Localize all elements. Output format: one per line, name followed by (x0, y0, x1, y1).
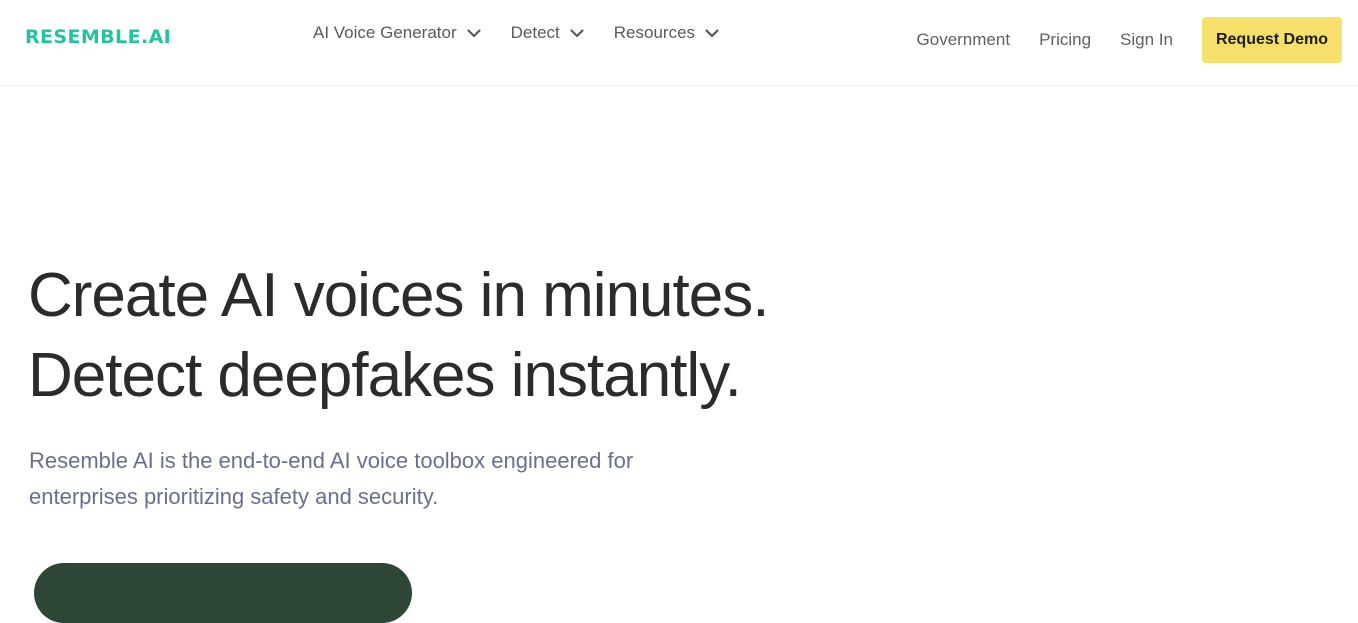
primary-nav: AI Voice Generator Detect Resources (313, 22, 749, 44)
hero-subtitle: Resemble AI is the end-to-end AI voice t… (29, 448, 634, 509)
nav-detect[interactable]: Detect (511, 22, 585, 44)
nav-ai-voice-generator-label: AI Voice Generator (313, 23, 457, 42)
resemble-logo[interactable]: RESEMBLE.AI (25, 26, 171, 48)
chevron-down-icon (569, 25, 585, 41)
nav-sign-in-link[interactable]: Sign In (1120, 29, 1173, 51)
secondary-nav: Government Pricing Sign In Request Demo (917, 17, 1342, 63)
hero-title: Create AI voices in minutes. Detect deep… (28, 256, 769, 416)
chevron-down-icon (466, 25, 482, 41)
hero-cta-button[interactable] (34, 563, 412, 623)
site-header: RESEMBLE.AI AI Voice Generator Detect Re… (0, 0, 1358, 86)
nav-pricing-link[interactable]: Pricing (1039, 29, 1091, 51)
nav-government-link[interactable]: Government (917, 29, 1011, 51)
hero-title-line-1: Create AI voices in minutes. (28, 261, 769, 330)
nav-ai-voice-generator[interactable]: AI Voice Generator (313, 22, 482, 44)
request-demo-button[interactable]: Request Demo (1201, 17, 1342, 63)
chevron-down-icon (704, 25, 720, 41)
nav-detect-label: Detect (510, 23, 560, 42)
nav-resources[interactable]: Resources (614, 22, 720, 44)
nav-resources-label: Resources (613, 23, 696, 42)
hero-title-line-2: Detect deepfakes instantly. (28, 341, 742, 410)
